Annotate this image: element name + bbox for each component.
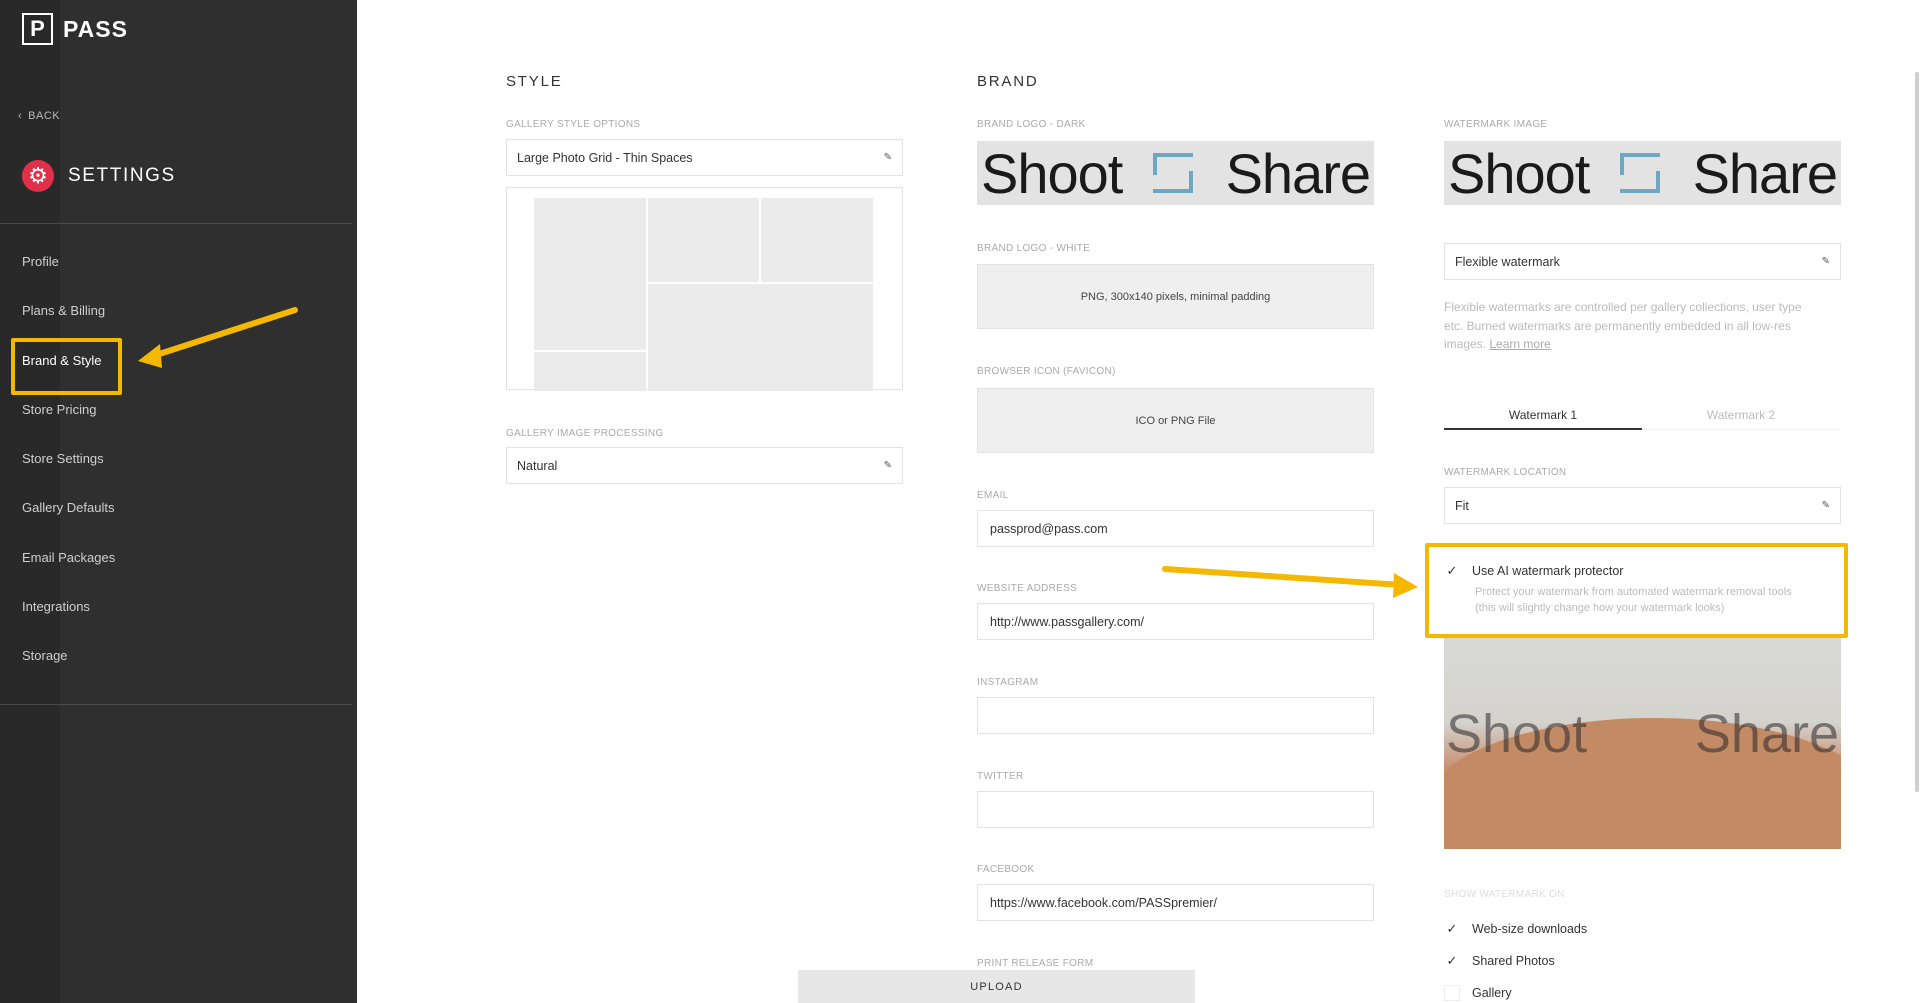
email-label: EMAIL: [977, 490, 1009, 501]
brand-logo-dark-image[interactable]: Shoot Share: [977, 141, 1374, 205]
image-processing-value: Natural: [517, 458, 558, 473]
app-logo[interactable]: P PASS: [22, 13, 128, 45]
watermark-type-select[interactable]: Flexible watermark ✎: [1444, 243, 1841, 280]
favicon-upload[interactable]: ICO or PNG File: [977, 388, 1374, 453]
checkmark-icon: ✓: [1446, 953, 1458, 968]
checkbox-label: Gallery: [1472, 986, 1512, 1000]
pencil-icon: ✎: [1821, 256, 1830, 267]
annotation-arrow-icon: [138, 307, 298, 368]
logo-word-left: Shoot: [981, 141, 1123, 205]
brand-title: BRAND: [977, 73, 1039, 90]
favicon-label: BROWSER ICON (FAVICON): [977, 366, 1116, 377]
gallery-style-label: GALLERY STYLE OPTIONS: [506, 119, 641, 130]
settings-title: SETTINGS: [68, 165, 176, 186]
watermark-image[interactable]: Shoot Share: [1444, 141, 1841, 205]
sidebar-item-integrations[interactable]: Integrations: [22, 599, 115, 648]
logo-white-upload[interactable]: PNG, 300x140 pixels, minimal padding: [977, 264, 1374, 329]
logo-white-label: BRAND LOGO - WHITE: [977, 243, 1091, 254]
checkmark-icon: ✓: [1446, 921, 1458, 936]
show-on-web-downloads-checkbox[interactable]: ✓ Web-size downloads: [1444, 921, 1588, 937]
preview-cell: [534, 198, 646, 350]
twitter-label: TWITTER: [977, 771, 1024, 782]
back-link[interactable]: ‹ BACK: [18, 110, 60, 122]
gallery-style-preview: [506, 187, 903, 391]
watermark-word-left: Shoot: [1446, 704, 1588, 764]
chevron-left-icon: ‹: [18, 110, 23, 122]
watermark-word-right: Share: [1694, 704, 1839, 764]
watermark-description: Flexible watermarks are controlled per g…: [1444, 298, 1844, 354]
preview-cell: [648, 198, 759, 282]
description-line: etc. Burned watermarks are permanently e…: [1444, 318, 1791, 333]
instagram-field[interactable]: [977, 697, 1374, 734]
checkbox-label: Shared Photos: [1472, 954, 1555, 968]
instagram-label: INSTAGRAM: [977, 677, 1039, 688]
sidebar-item-email-packages[interactable]: Email Packages: [22, 550, 115, 599]
sidebar-item-storage[interactable]: Storage: [22, 648, 115, 697]
upload-button[interactable]: UPLOAD: [798, 970, 1195, 1003]
shootshare-logo-icon: [1151, 151, 1197, 195]
sidebar-item-store-pricing[interactable]: Store Pricing: [22, 402, 115, 451]
sidebar-item-store-settings[interactable]: Store Settings: [22, 451, 115, 500]
sidebar-item-profile[interactable]: Profile: [22, 254, 115, 303]
settings-header: ⚙ SETTINGS: [22, 160, 176, 192]
description-line: Flexible watermarks are controlled per g…: [1444, 300, 1802, 314]
style-title: STYLE: [506, 73, 563, 90]
image-processing-select[interactable]: Natural ✎: [506, 447, 903, 484]
watermark-location-label: WATERMARK LOCATION: [1444, 467, 1567, 478]
pencil-icon: ✎: [883, 152, 892, 163]
watermark-type-value: Flexible watermark: [1455, 254, 1560, 269]
back-label: BACK: [28, 110, 61, 122]
shootshare-logo-icon: [1618, 151, 1664, 195]
watermark-location-select[interactable]: Fit ✎: [1444, 487, 1841, 524]
facebook-label: FACEBOOK: [977, 864, 1035, 875]
logo-word-right: Share: [1692, 141, 1838, 205]
sidebar-nav: Profile Plans & Billing Brand & Style St…: [22, 254, 115, 698]
sidebar-item-gallery-defaults[interactable]: Gallery Defaults: [22, 500, 115, 549]
annotation-highlight-box: [11, 338, 122, 395]
facebook-field[interactable]: https://www.facebook.com/PASSpremier/: [977, 884, 1374, 921]
sidebar-divider: [0, 223, 352, 224]
logo-word: PASS: [63, 15, 128, 42]
image-processing-label: GALLERY IMAGE PROCESSING: [506, 428, 664, 439]
description-text: images.: [1444, 337, 1487, 351]
print-release-label: PRINT RELEASE FORM: [977, 958, 1094, 969]
gallery-style-select[interactable]: Large Photo Grid - Thin Spaces ✎: [506, 139, 903, 176]
pencil-icon: ✎: [1821, 500, 1830, 511]
main-content: STYLE GALLERY STYLE OPTIONS Large Photo …: [357, 0, 1920, 1003]
tab-watermark-2[interactable]: Watermark 2: [1642, 408, 1840, 430]
watermark-image-label: WATERMARK IMAGE: [1444, 119, 1548, 130]
tab-watermark-1[interactable]: Watermark 1: [1444, 408, 1642, 430]
empty-checkbox-icon: [1444, 985, 1460, 1001]
watermark-location-value: Fit: [1455, 498, 1469, 513]
description-line: images. Learn more: [1444, 335, 1844, 354]
email-field[interactable]: passprod@pass.com: [977, 510, 1374, 547]
pencil-icon: ✎: [883, 460, 892, 471]
preview-cell: [648, 284, 873, 391]
watermark-overlay: Shoot Share: [1446, 703, 1839, 765]
preview-cell: [534, 352, 646, 391]
learn-more-link[interactable]: Learn more: [1489, 337, 1550, 351]
gallery-style-value: Large Photo Grid - Thin Spaces: [517, 150, 693, 165]
logo-word-left: Shoot: [1448, 141, 1590, 205]
preview-cell: [761, 198, 873, 282]
show-watermark-label: SHOW WATERMARK ON: [1444, 889, 1565, 900]
sidebar: P PASS ‹ BACK ⚙ SETTINGS Profile Plans &…: [0, 0, 357, 1003]
annotation-highlight-box: [1425, 543, 1848, 638]
twitter-field[interactable]: [977, 791, 1374, 828]
logo-dark-label: BRAND LOGO - DARK: [977, 119, 1086, 130]
show-on-shared-photos-checkbox[interactable]: ✓ Shared Photos: [1444, 953, 1555, 969]
website-label: WEBSITE ADDRESS: [977, 583, 1078, 594]
show-on-gallery-checkbox[interactable]: Gallery: [1444, 985, 1512, 1001]
scrollbar[interactable]: [1915, 72, 1919, 792]
sidebar-divider-bottom: [0, 704, 352, 705]
logo-word-right: Share: [1225, 141, 1371, 205]
website-field[interactable]: http://www.passgallery.com/: [977, 603, 1374, 640]
checkbox-label: Web-size downloads: [1472, 922, 1588, 936]
logo-mark: P: [22, 13, 53, 45]
watermark-preview-photo: Shoot Share: [1444, 638, 1841, 849]
gear-icon: ⚙: [22, 160, 54, 192]
annotation-arrow-icon: [1162, 566, 1418, 598]
